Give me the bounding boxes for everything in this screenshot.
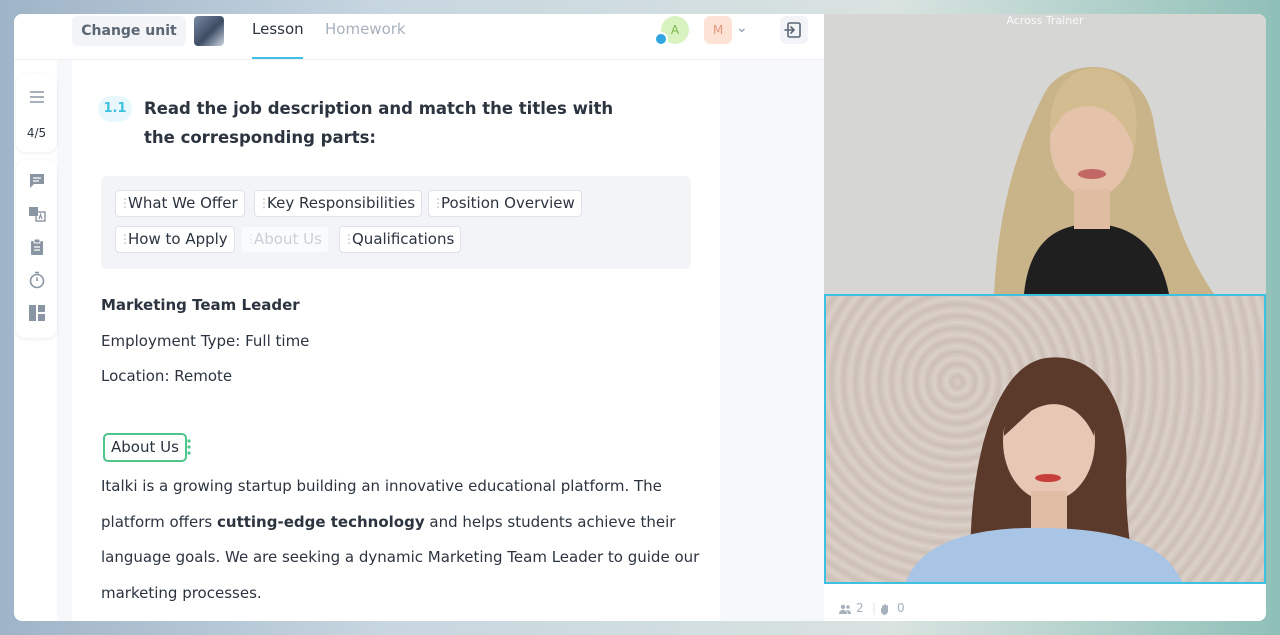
chip-key-responsibilities[interactable]: Key Responsibilities xyxy=(254,190,423,217)
student-video-image xyxy=(906,357,1182,582)
job-title: Marketing Team Leader xyxy=(101,296,300,314)
exit-button[interactable] xyxy=(780,16,808,44)
layout-icon[interactable] xyxy=(28,304,46,322)
paragraph-bold: cutting-edge technology xyxy=(217,512,425,531)
app-window: Change unit Lesson Homework A M ⌄ 4/5 1.… xyxy=(14,14,1266,621)
hands-count: 0 xyxy=(897,601,905,615)
word-bank: What We Offer Key Responsibilities Posit… xyxy=(101,176,691,269)
participants-count: 2 xyxy=(856,601,864,615)
chip-position-overview[interactable]: Position Overview xyxy=(428,190,582,217)
unit-thumbnail[interactable] xyxy=(194,16,224,46)
video-tile-teacher[interactable]: Across Trainer xyxy=(824,14,1266,294)
employment-type: Employment Type: Full time xyxy=(101,332,310,350)
status-divider: | xyxy=(872,601,877,615)
chip-what-we-offer[interactable]: What We Offer xyxy=(115,190,245,217)
list-icon[interactable] xyxy=(28,88,46,106)
job-location: Location: Remote xyxy=(101,367,233,385)
chip-how-to-apply[interactable]: How to Apply xyxy=(115,226,235,253)
raised-hand-icon xyxy=(654,32,668,46)
hand-icon xyxy=(881,604,888,615)
exercise-number: 1.1 xyxy=(98,96,132,122)
page-indicator: 4/5 xyxy=(26,126,47,140)
video-status-bar: 2 | 0 xyxy=(824,596,1266,621)
clipboard-icon[interactable] xyxy=(28,238,46,256)
video-tile-student[interactable] xyxy=(824,294,1266,584)
chip-qualifications[interactable]: Qualifications xyxy=(339,226,462,253)
chip-about-us-used: About Us xyxy=(241,226,329,253)
video-label: Across Trainer xyxy=(1006,14,1084,27)
left-rail-top: 4/5 xyxy=(16,74,57,152)
timer-icon[interactable] xyxy=(28,271,46,289)
chevron-down-icon[interactable]: ⌄ xyxy=(736,20,748,36)
tab-homework[interactable]: Homework xyxy=(325,20,406,38)
chat-icon[interactable] xyxy=(28,172,46,190)
people-icon xyxy=(839,604,851,614)
tab-lesson[interactable]: Lesson xyxy=(252,20,304,38)
left-rail-tools xyxy=(16,160,57,338)
participant-avatar-m[interactable]: M xyxy=(704,16,732,44)
about-paragraph: Italki is a growing startup building an … xyxy=(101,469,701,611)
exercise-title: Read the job description and match the t… xyxy=(144,99,614,147)
translate-icon[interactable] xyxy=(28,205,46,223)
placed-heading-about-us[interactable]: About Us xyxy=(103,433,187,462)
change-unit-button[interactable]: Change unit xyxy=(72,16,186,46)
teacher-video-image xyxy=(824,14,1266,294)
exit-icon xyxy=(784,22,801,38)
active-tab-indicator xyxy=(252,57,303,59)
top-bar: Change unit Lesson Homework A M ⌄ xyxy=(14,14,824,60)
drag-handle-icon[interactable] xyxy=(186,437,192,457)
